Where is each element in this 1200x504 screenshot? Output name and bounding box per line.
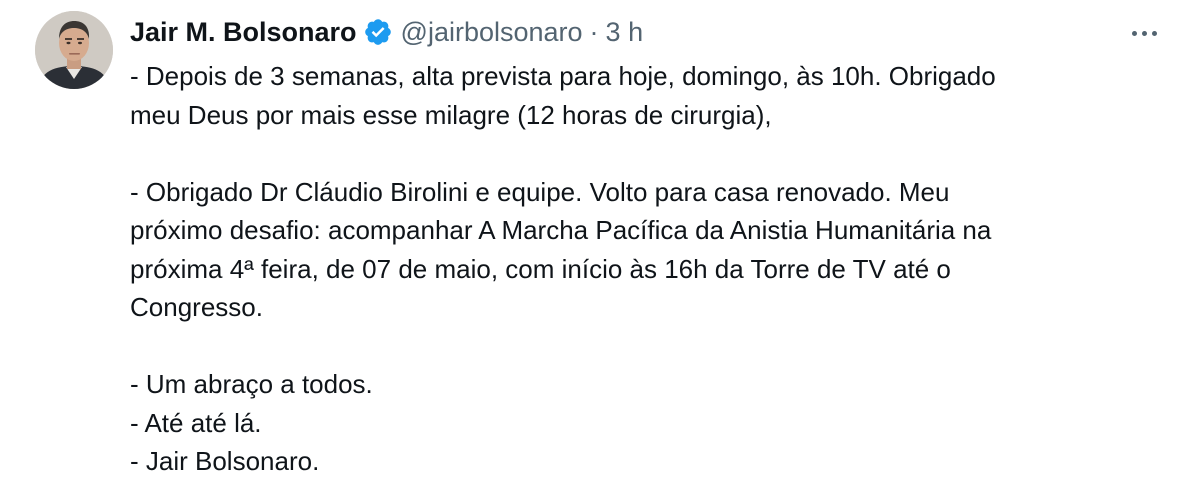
profile-photo-icon — [35, 11, 113, 89]
tweet-line: Congresso. — [130, 292, 263, 322]
tweet-card[interactable]: Jair M. Bolsonaro @jairbolsonaro · 3 h -… — [0, 0, 1200, 504]
tweet-line: próximo desafio: acompanhar A Marcha Pac… — [130, 215, 992, 245]
tweet-line: - Jair Bolsonaro. — [130, 446, 320, 476]
avatar[interactable] — [35, 11, 113, 89]
tweet-line: - Depois de 3 semanas, alta prevista par… — [130, 61, 996, 91]
verified-badge-icon — [363, 17, 393, 47]
separator-dot: · — [589, 16, 599, 47]
tweet-line: - Um abraço a todos. — [130, 369, 373, 399]
more-dot — [1141, 30, 1147, 36]
tweet-line: - Obrigado Dr Cláudio Birolini e equipe.… — [130, 176, 950, 207]
more-dot — [1131, 30, 1137, 36]
author-handle[interactable]: @jairbolsonaro — [401, 17, 583, 48]
tweet-paragraph-1: - Depois de 3 semanas, alta prevista par… — [130, 57, 1180, 134]
tweet-line: - Até até lá. — [130, 407, 262, 438]
tweet-timestamp[interactable]: 3 h — [606, 17, 644, 48]
tweet-paragraph-2: - Obrigado Dr Cláudio Birolini e equipe.… — [130, 173, 1180, 327]
more-horizontal-icon[interactable] — [1120, 15, 1168, 51]
tweet-paragraph-3: - Um abraço a todos. - Até até lá. - Jai… — [130, 365, 1180, 481]
more-dot — [1151, 30, 1157, 36]
tweet-line: próxima 4ª feira, de 07 de maio, com iní… — [130, 253, 951, 284]
tweet-text: - Depois de 3 semanas, alta prevista par… — [130, 57, 1180, 481]
tweet-header: Jair M. Bolsonaro @jairbolsonaro · 3 h — [130, 12, 643, 52]
tweet-line: meu Deus por mais esse milagre (12 horas… — [130, 99, 772, 130]
author-display-name[interactable]: Jair M. Bolsonaro — [130, 17, 357, 48]
